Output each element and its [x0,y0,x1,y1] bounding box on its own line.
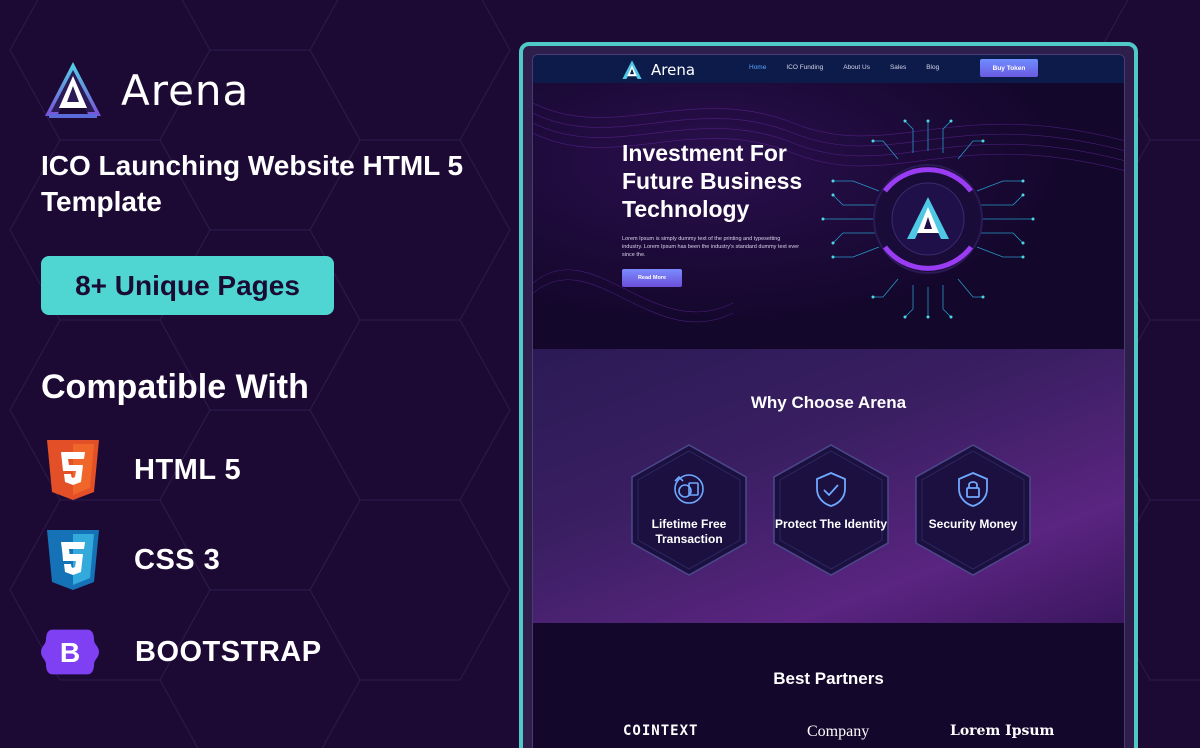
bootstrap-icon: B [41,620,99,684]
brand: Arena [41,58,249,122]
css3-icon [44,528,102,592]
nav-link-sales[interactable]: Sales [890,64,906,71]
feature-card-security-money[interactable]: Security Money [914,443,1032,577]
left-panel: Arena ICO Launching Website HTML 5 Templ… [41,0,501,748]
site-navbar: Arena Home ICO Funding About Us Sales Bl… [533,55,1124,83]
nav-link-blog[interactable]: Blog [926,64,939,71]
hero-text: Lorem Ipsum is simply dummy text of the … [622,236,800,258]
hero-title: Investment For Future Business Technolog… [622,140,803,222]
partners-section: Best Partners COINTEXT Company Lorem Ips… [533,623,1124,748]
shield-check-icon [816,472,846,507]
shield-lock-icon [958,472,988,507]
partners-title: Best Partners [773,669,884,688]
css3-label: CSS 3 [134,543,221,576]
unique-pages-badge[interactable]: 8+ Unique Pages [41,256,334,315]
nav-link-ico-funding[interactable]: ICO Funding [786,64,823,71]
why-choose-title: Why Choose Arena [750,393,907,412]
partner-logo-lorem-ipsum[interactable]: Lorem Ipsum [950,723,1054,739]
feature-card-label: Lifetime Free Transaction [651,517,727,546]
hexagon-card-bg [915,444,1031,576]
nav-link-home[interactable]: Home [749,64,766,71]
feature-card-lifetime-free[interactable]: Lifetime Free Transaction [630,443,748,577]
headline: ICO Launching Website HTML 5 Template [41,150,464,217]
nav-link-about-us[interactable]: About Us [843,64,870,71]
partner-logo-cointext[interactable]: COINTEXT [623,723,698,739]
compat-item-css3: CSS 3 [44,528,220,592]
site-brand[interactable]: Arena [621,59,695,81]
feature-card-protect-identity[interactable]: Protect The Identity [772,443,890,577]
html5-label: HTML 5 [134,453,242,486]
hexagon-card-bg [773,444,889,576]
device-frame: Arena Home ICO Funding About Us Sales Bl… [519,42,1138,748]
compatible-title: Compatible With [41,368,309,406]
buy-token-button[interactable]: Buy Token [980,59,1038,77]
why-choose-section: Why Choose Arena Lifetime Free Transacti… [533,349,1124,623]
circuit-logo-illustration [821,119,1035,319]
feature-card-label: Security Money [928,517,1018,531]
partner-logo-company[interactable]: Company [807,723,869,741]
site-nav-links: Home ICO Funding About Us Sales Blog [749,64,959,71]
compat-item-bootstrap: B BOOTSTRAP [41,620,322,684]
arena-logo-icon [622,60,642,79]
site-brand-name: Arena [651,61,696,79]
bootstrap-label: BOOTSTRAP [135,635,322,668]
feature-card-label: Protect The Identity [774,517,887,531]
hexagon-card-bg [631,444,747,576]
read-more-button[interactable]: Read More [622,269,682,287]
website-preview: Arena Home ICO Funding About Us Sales Bl… [532,54,1125,748]
compat-item-html5: HTML 5 [44,438,241,502]
coin-transfer-icon [674,474,704,504]
hero-section: Investment For Future Business Technolog… [533,83,1124,349]
svg-text:B: B [60,636,80,668]
arena-logo-icon [45,62,101,118]
brand-name: Arena [121,65,250,115]
html5-icon [44,438,102,502]
